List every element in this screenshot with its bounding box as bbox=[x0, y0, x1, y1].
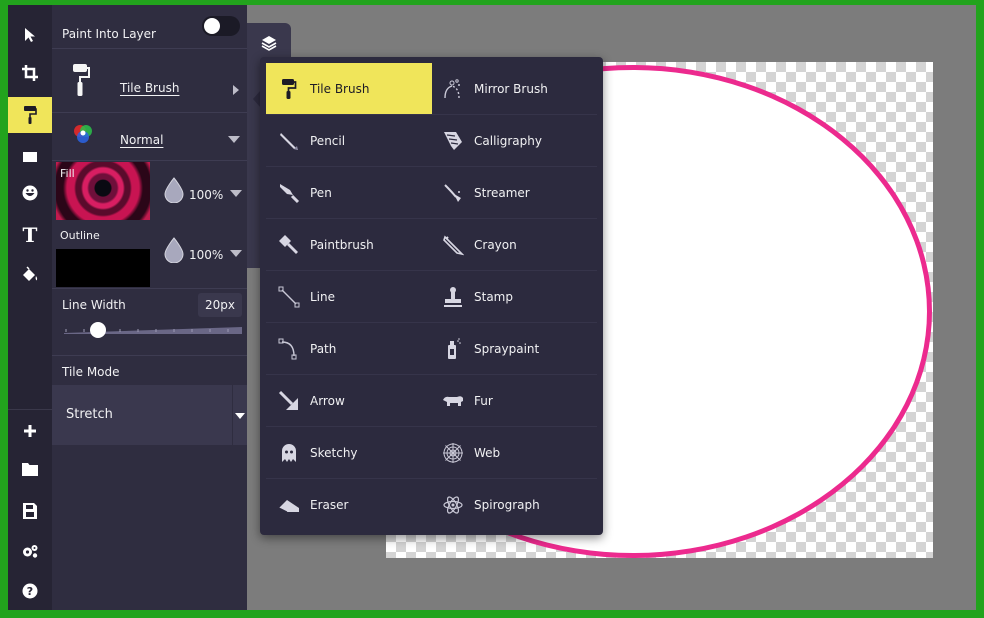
menu-item-spraypaint[interactable]: Spraypaint bbox=[432, 323, 597, 375]
sketchy-icon bbox=[276, 440, 302, 466]
line-width-input[interactable]: 20px bbox=[198, 293, 242, 317]
chevron-down-icon[interactable] bbox=[228, 136, 240, 143]
tile-mode-select[interactable]: Stretch bbox=[52, 385, 232, 445]
chevron-right-icon[interactable] bbox=[233, 85, 239, 95]
menu-item-label: Fur bbox=[474, 393, 493, 408]
menu-item-path[interactable]: Path bbox=[266, 323, 432, 375]
menu-item-streamer[interactable]: Streamer bbox=[432, 167, 597, 219]
paint-roller-icon bbox=[72, 63, 90, 100]
stamp-icon bbox=[440, 284, 466, 310]
menu-item-label: Pen bbox=[310, 185, 332, 200]
menu-item-label: Path bbox=[310, 341, 337, 356]
menu-item-tile-brush[interactable]: Tile Brush bbox=[266, 63, 432, 115]
menu-item-paintbrush[interactable]: Paintbrush bbox=[266, 219, 432, 271]
pencil-icon bbox=[276, 128, 302, 154]
menu-item-calligraphy[interactable]: Calligraphy bbox=[432, 115, 597, 167]
svg-text:?: ? bbox=[27, 585, 33, 598]
eraser-icon bbox=[276, 492, 302, 518]
brush-type-selector[interactable]: Tile Brush bbox=[120, 81, 179, 95]
chevron-down-icon[interactable] bbox=[230, 190, 242, 197]
menu-item-label: Stamp bbox=[474, 289, 513, 304]
menu-item-label: Streamer bbox=[474, 185, 530, 200]
menu-item-label: Eraser bbox=[310, 498, 349, 512]
cursor-icon[interactable] bbox=[8, 19, 52, 51]
save-icon[interactable] bbox=[8, 495, 52, 527]
line-icon bbox=[276, 284, 302, 310]
spraypaint-icon bbox=[440, 336, 466, 362]
outline-opacity-value[interactable]: 100% bbox=[189, 248, 223, 262]
fill-label: Fill bbox=[60, 167, 75, 180]
path-icon bbox=[276, 336, 302, 362]
chevron-down-icon bbox=[235, 413, 245, 419]
plus-icon[interactable] bbox=[8, 415, 52, 447]
menu-item-label: Web bbox=[474, 445, 501, 460]
menu-item-label: Spraypaint bbox=[474, 341, 540, 356]
menu-item-label: Line bbox=[310, 289, 336, 304]
help-icon[interactable]: ? bbox=[8, 575, 52, 607]
streamer-icon bbox=[440, 180, 466, 206]
layers-icon bbox=[261, 35, 277, 55]
blend-mode-icon bbox=[72, 123, 94, 148]
chevron-down-icon[interactable] bbox=[230, 250, 242, 257]
menu-item-line[interactable]: Line bbox=[266, 271, 432, 323]
opacity-drop-icon bbox=[164, 237, 184, 264]
tile-mode-dropdown-button[interactable] bbox=[233, 385, 247, 445]
menu-item-crayon[interactable]: Crayon bbox=[432, 219, 597, 271]
paint-into-layer-label: Paint Into Layer bbox=[62, 27, 156, 41]
blend-mode-selector[interactable]: Normal bbox=[120, 133, 163, 147]
tile-mode-value: Stretch bbox=[66, 407, 113, 422]
menu-item-pen[interactable]: Pen bbox=[266, 167, 432, 219]
menu-item-label: Paintbrush bbox=[310, 237, 374, 252]
menu-item-label: Mirror Brush bbox=[474, 81, 548, 96]
tile-mode-label: Tile Mode bbox=[62, 365, 120, 379]
menu-item-sketchy[interactable]: Sketchy bbox=[266, 427, 432, 479]
arrow-icon bbox=[276, 388, 302, 414]
web-icon bbox=[440, 440, 466, 466]
menu-item-eraser[interactable]: Eraser bbox=[266, 479, 432, 531]
menu-item-label: Pencil bbox=[310, 133, 346, 148]
outline-label: Outline bbox=[60, 229, 100, 242]
opacity-drop-icon bbox=[164, 177, 184, 204]
emoji-icon[interactable] bbox=[8, 177, 52, 209]
folder-icon[interactable] bbox=[8, 453, 52, 485]
crop-icon[interactable] bbox=[8, 57, 52, 89]
menu-item-label: Tile Brush bbox=[310, 81, 370, 96]
menu-item-fur[interactable]: Fur bbox=[432, 375, 597, 427]
outline-swatch[interactable] bbox=[56, 249, 150, 287]
menu-item-label: Sketchy bbox=[310, 445, 358, 460]
brush-properties-panel: Paint Into Layer Tile Brush Normal Fill … bbox=[52, 5, 247, 610]
fill-opacity-value[interactable]: 100% bbox=[189, 188, 223, 202]
calligraphy-icon bbox=[440, 128, 466, 154]
brush-type-menu: Tile Brush Mirror Brush Pencil Calligrap… bbox=[260, 57, 603, 535]
menu-item-mirror-brush[interactable]: Mirror Brush bbox=[432, 63, 597, 115]
rectangle-icon[interactable] bbox=[8, 141, 52, 173]
paint-roller-icon[interactable] bbox=[8, 97, 52, 133]
fur-icon bbox=[440, 388, 466, 414]
crayon-icon bbox=[440, 232, 466, 258]
paint-bucket-icon[interactable] bbox=[8, 259, 52, 291]
menu-item-pencil[interactable]: Pencil bbox=[266, 115, 432, 167]
line-width-slider-knob[interactable] bbox=[90, 322, 106, 338]
menu-item-label: Arrow bbox=[310, 393, 345, 408]
menu-item-label: Calligraphy bbox=[474, 133, 542, 148]
menu-item-web[interactable]: Web bbox=[432, 427, 597, 479]
menu-item-arrow[interactable]: Arrow bbox=[266, 375, 432, 427]
app-window: T ? Paint Into Layer Tile Brush Normal F… bbox=[0, 0, 984, 618]
spirograph-icon bbox=[440, 492, 466, 518]
menu-item-stamp[interactable]: Stamp bbox=[432, 271, 597, 323]
paint-into-layer-toggle[interactable] bbox=[202, 16, 240, 36]
menu-item-label: Crayon bbox=[474, 237, 517, 252]
paintbrush-icon bbox=[276, 232, 302, 258]
tool-rail: T ? bbox=[8, 5, 52, 610]
pen-icon bbox=[276, 180, 302, 206]
mirror-brush-icon bbox=[440, 76, 466, 102]
text-icon[interactable]: T bbox=[8, 219, 52, 251]
line-width-label: Line Width bbox=[62, 298, 126, 312]
menu-item-spirograph[interactable]: Spirograph bbox=[432, 479, 597, 531]
paint-roller-icon bbox=[276, 76, 302, 102]
settings-icon[interactable] bbox=[8, 535, 52, 567]
menu-item-label: Spirograph bbox=[474, 498, 540, 512]
